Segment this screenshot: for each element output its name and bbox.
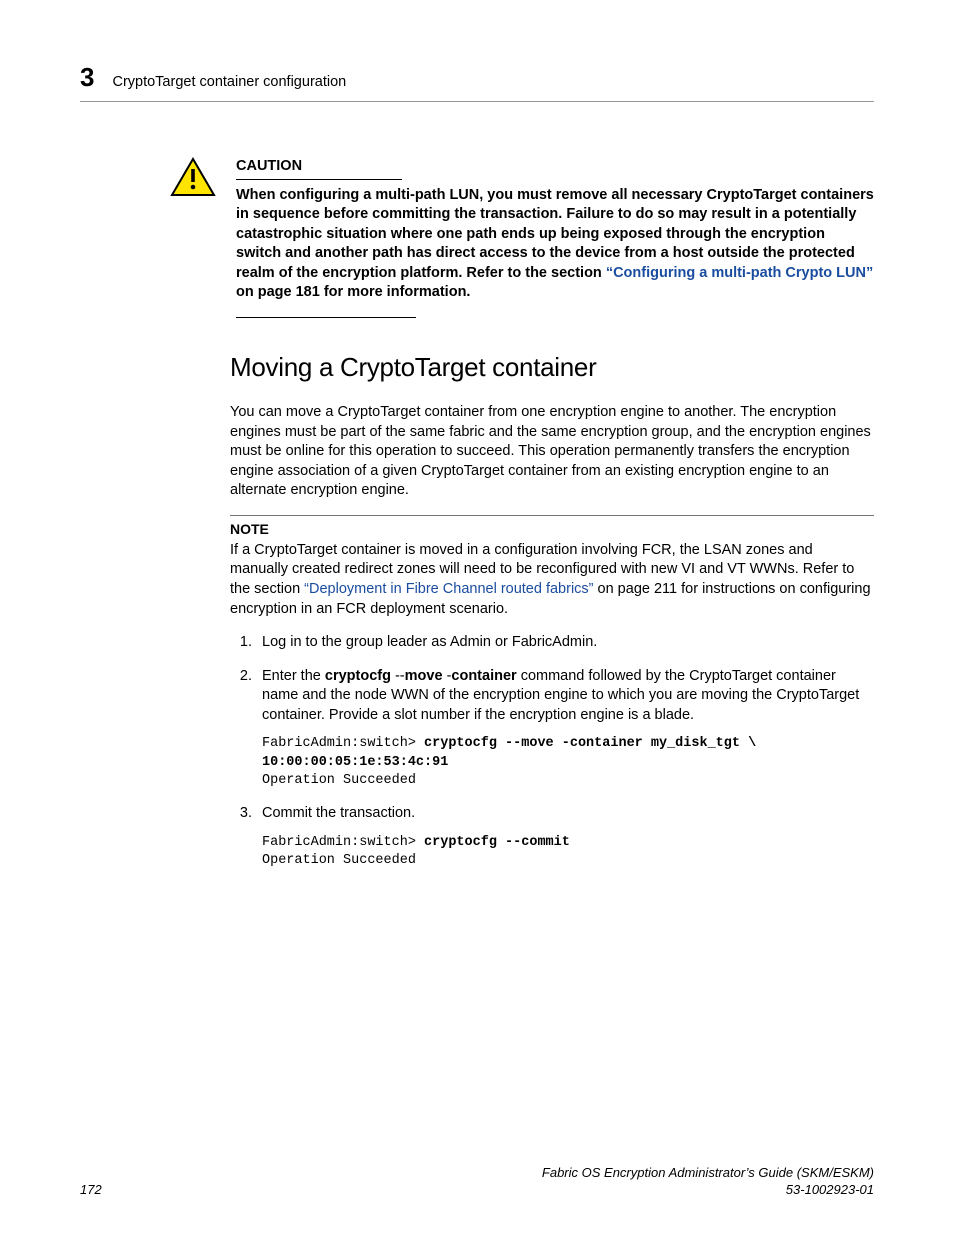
code1-result: Operation Succeeded	[262, 773, 416, 788]
caution-icon	[170, 157, 216, 204]
intro-paragraph: You can move a CryptoTarget container fr…	[230, 403, 874, 501]
footer-book-title: Fabric OS Encryption Administrator’s Gui…	[542, 1164, 874, 1182]
code2-bold: cryptocfg --commit	[424, 835, 570, 850]
caution-label: CAUTION	[236, 157, 402, 180]
step-2-text-a: Enter the	[262, 668, 325, 684]
section-heading: Moving a CryptoTarget container	[230, 350, 874, 385]
caution-text-tail: on page 181 for more information.	[236, 284, 470, 300]
cmd-dashes: --	[395, 668, 405, 684]
header-rule	[80, 101, 874, 102]
step-1: Log in to the group leader as Admin or F…	[256, 633, 874, 653]
step-2: Enter the cryptocfg --move -container co…	[256, 667, 874, 790]
page-header: 3 CryptoTarget container configuration	[80, 60, 874, 95]
header-title: CryptoTarget container configuration	[112, 73, 346, 93]
footer-doc-number: 53-1002923-01	[542, 1181, 874, 1199]
cmd-move: move	[405, 668, 447, 684]
step-3-text: Commit the transaction.	[262, 805, 415, 821]
steps-list: Log in to the group leader as Admin or F…	[230, 633, 874, 870]
page-number: 172	[80, 1181, 102, 1199]
note-link[interactable]: “Deployment in Fibre Channel routed fabr…	[304, 581, 593, 597]
code2-prompt: FabricAdmin:switch>	[262, 835, 424, 850]
caution-end-rule	[236, 317, 416, 318]
note-label: NOTE	[230, 520, 874, 539]
caution-block: CAUTION When configuring a multi-path LU…	[230, 157, 874, 318]
code1-prompt: FabricAdmin:switch>	[262, 736, 424, 751]
note-body: If a CryptoTarget container is moved in …	[230, 541, 874, 619]
code1-bold2: 10:00:00:05:1e:53:4c:91	[262, 755, 448, 770]
caution-body: When configuring a multi-path LUN, you m…	[236, 186, 874, 303]
cmd-container: container	[451, 668, 516, 684]
code-block-1: FabricAdmin:switch> cryptocfg --move -co…	[262, 735, 874, 790]
cmd-cryptocfg: cryptocfg	[325, 668, 395, 684]
step-1-text: Log in to the group leader as Admin or F…	[262, 634, 597, 650]
code1-bold1: cryptocfg --move -container my_disk_tgt …	[424, 736, 756, 751]
caution-link[interactable]: “Configuring a multi-path Crypto LUN”	[606, 265, 873, 281]
code-block-2: FabricAdmin:switch> cryptocfg --commit O…	[262, 834, 874, 870]
page-footer: 172 Fabric OS Encryption Administrator’s…	[80, 1164, 874, 1199]
code2-result: Operation Succeeded	[262, 853, 416, 868]
note-rule-top	[230, 515, 874, 516]
step-3: Commit the transaction. FabricAdmin:swit…	[256, 804, 874, 870]
chapter-number: 3	[80, 60, 94, 95]
